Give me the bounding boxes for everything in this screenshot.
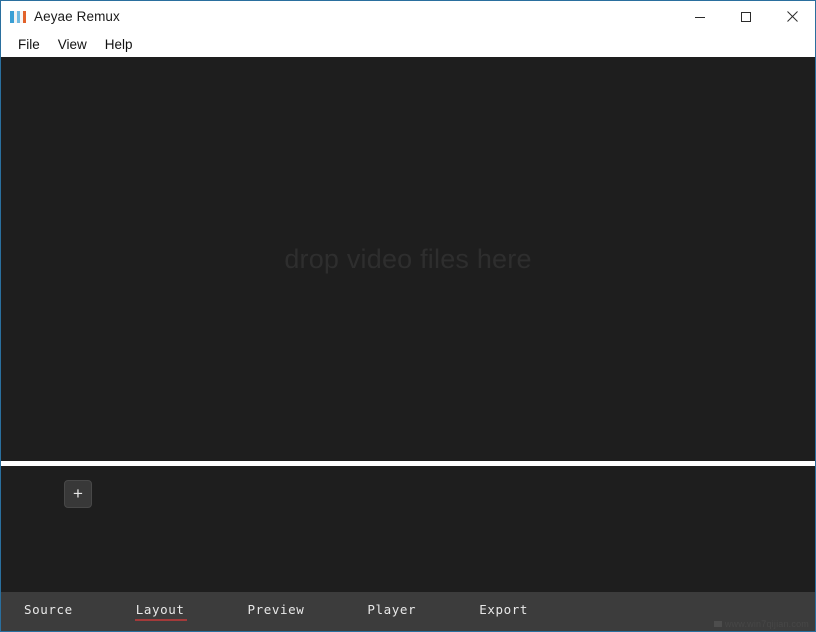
- app-window: Aeyae Remux File View Help drop video fi…: [0, 0, 816, 632]
- minimize-icon: [695, 16, 705, 18]
- menu-item-file[interactable]: File: [9, 36, 49, 54]
- watermark-chip-icon: [713, 621, 722, 627]
- menu-item-view[interactable]: View: [49, 36, 96, 54]
- tab-layout[interactable]: Layout: [134, 603, 187, 621]
- video-drop-area[interactable]: drop video files here: [1, 57, 815, 461]
- maximize-button[interactable]: [723, 1, 769, 32]
- watermark: www.win7qijian.com: [713, 619, 809, 629]
- layout-pane: +: [1, 466, 815, 592]
- menu-bar: File View Help: [1, 32, 815, 57]
- add-item-button[interactable]: +: [64, 480, 92, 508]
- close-icon: [786, 11, 798, 22]
- title-bar: Aeyae Remux: [1, 1, 815, 32]
- window-title: Aeyae Remux: [34, 8, 120, 24]
- tab-source[interactable]: Source: [24, 603, 73, 620]
- tab-player[interactable]: Player: [367, 603, 416, 620]
- watermark-text: www.win7qijian.com: [724, 619, 809, 629]
- minimize-button[interactable]: [677, 1, 723, 32]
- tab-preview[interactable]: Preview: [248, 603, 305, 620]
- menu-item-help[interactable]: Help: [96, 36, 142, 54]
- maximize-icon: [741, 11, 751, 22]
- window-controls: [677, 1, 815, 32]
- plus-icon: +: [73, 483, 83, 503]
- tab-export[interactable]: Export: [479, 603, 528, 620]
- app-icon: [10, 10, 26, 24]
- bottom-tab-bar: Source Layout Preview Player Export www.…: [1, 592, 815, 631]
- title-bar-left: Aeyae Remux: [1, 10, 120, 24]
- close-button[interactable]: [769, 1, 815, 32]
- app-body: drop video files here +: [1, 57, 815, 592]
- drop-hint-text: drop video files here: [284, 243, 532, 274]
